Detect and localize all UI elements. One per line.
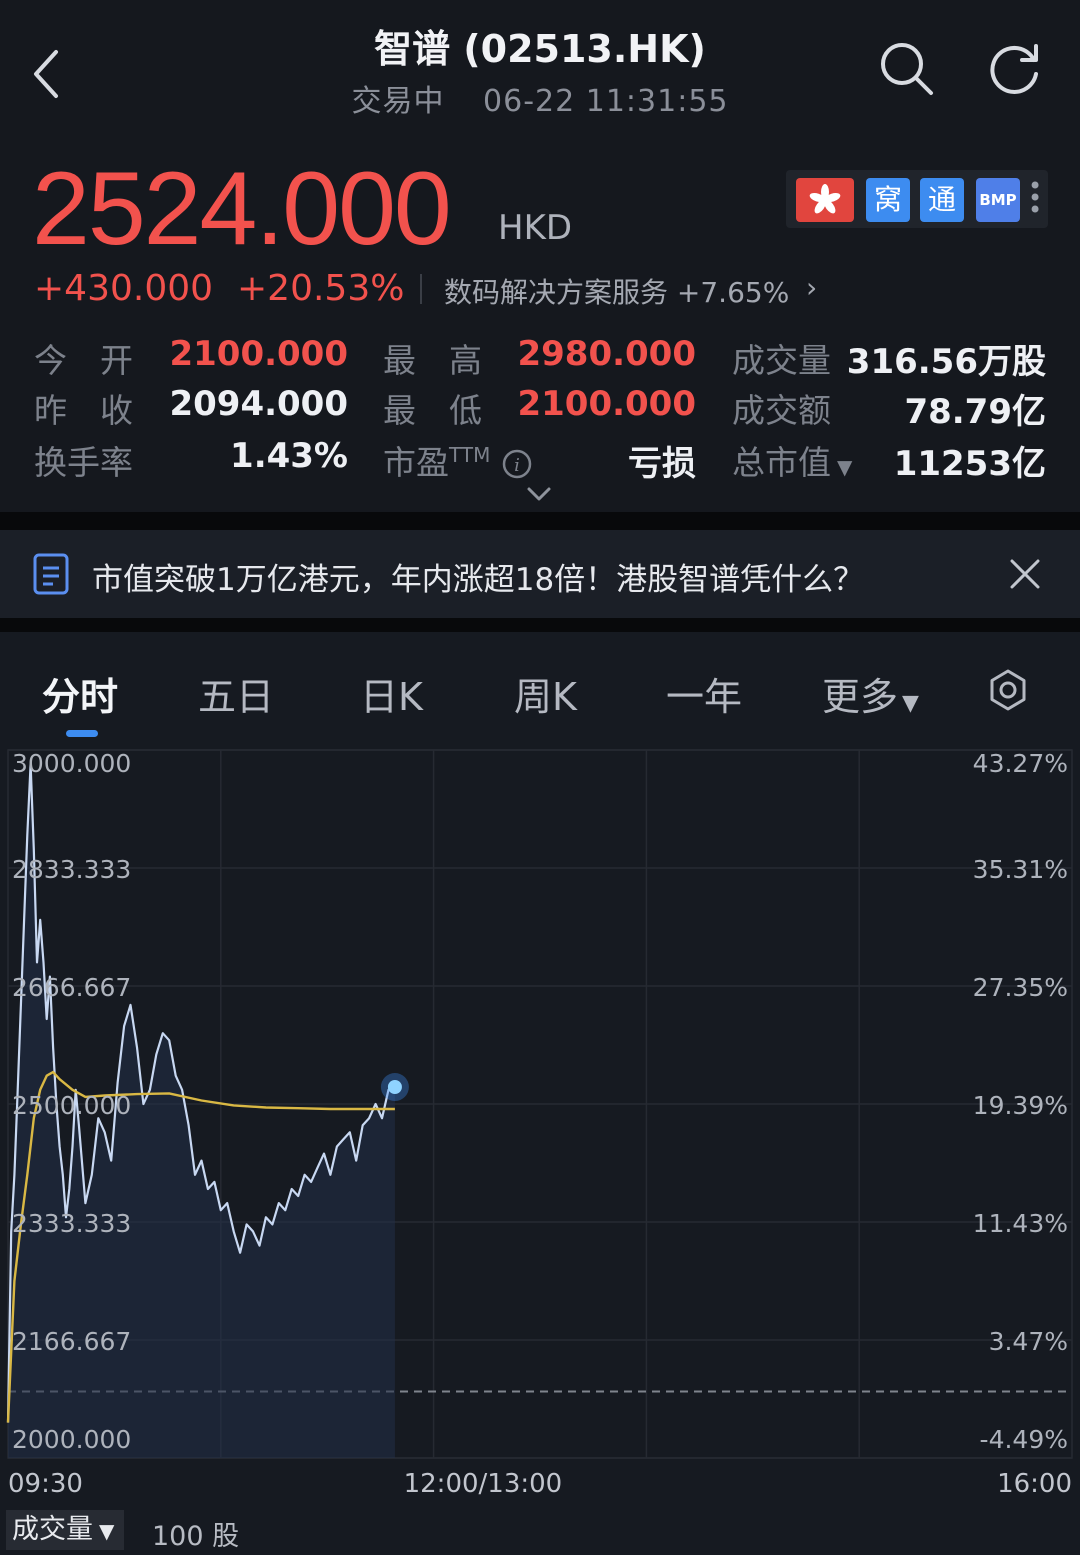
stat-label-pe: 市盈TTM i bbox=[383, 436, 533, 484]
wo-badge[interactable]: 窝 bbox=[866, 178, 910, 222]
caret-down-icon: ▼ bbox=[99, 1519, 115, 1543]
volume-bar: 成交量 ▼ 100 股 bbox=[0, 1510, 1080, 1555]
bmp-badge[interactable]: BMP bbox=[976, 178, 1020, 222]
stat-value-prev-close: 2094.000 bbox=[169, 384, 348, 424]
x-tick-label: 09:30 bbox=[8, 1469, 83, 1499]
stat-value-market-cap: 11253亿 bbox=[893, 444, 1046, 484]
news-banner[interactable]: 市值突破1万亿港元，年内涨超18倍！港股智谱凭什么？ bbox=[0, 530, 1080, 618]
stat-label-high: 最 高 bbox=[383, 341, 482, 380]
divider bbox=[420, 274, 422, 304]
y2-tick-label: -4.49% bbox=[980, 1425, 1068, 1454]
market-cap-label: 总市值 bbox=[732, 443, 831, 482]
caret-down-icon: ▼ bbox=[902, 691, 919, 716]
close-icon[interactable] bbox=[1008, 557, 1042, 591]
tab-more-label: 更多 bbox=[822, 675, 899, 719]
y-tick-label: 2833.333 bbox=[12, 855, 131, 884]
ttm-label: TTM bbox=[449, 443, 491, 467]
y-tick-label: 2333.333 bbox=[12, 1209, 131, 1238]
y2-tick-label: 43.27% bbox=[973, 749, 1068, 778]
header-bar: 智谱 (02513.HK) 交易中 06-22 11:31:55 bbox=[0, 0, 1080, 128]
search-icon[interactable] bbox=[876, 38, 936, 98]
price-change: +430.000 bbox=[34, 268, 214, 309]
info-icon[interactable]: i bbox=[501, 448, 533, 480]
tab-five-day[interactable]: 五日 bbox=[198, 666, 274, 721]
y-tick-label: 2666.667 bbox=[12, 973, 131, 1002]
x-tick-label: 12:00/13:00 bbox=[404, 1469, 563, 1499]
volume-selector[interactable]: 成交量 ▼ bbox=[6, 1510, 124, 1550]
tab-weekly-k[interactable]: 周K bbox=[514, 666, 577, 721]
pe-label: 市盈 bbox=[383, 443, 449, 482]
stat-value-open: 2100.000 bbox=[169, 334, 348, 374]
intraday-chart[interactable]: 3000.000 43.27% 2833.333 35.31% 2666.667 27.3… bbox=[0, 744, 1080, 1510]
y-tick-label: 2000.000 bbox=[12, 1425, 131, 1454]
y-tick-label: 2166.667 bbox=[12, 1327, 131, 1356]
document-icon bbox=[33, 553, 69, 595]
news-headline[interactable]: 市值突破1万亿港元，年内涨超18倍！港股智谱凭什么？ bbox=[92, 554, 864, 599]
stat-label-turnover: 成交额 bbox=[732, 391, 831, 430]
sector-link[interactable]: 数码解决方案服务 +7.65% bbox=[444, 271, 789, 311]
x-tick-label: 16:00 bbox=[997, 1469, 1072, 1499]
stat-value-pe: 亏损 bbox=[628, 444, 696, 484]
section-divider bbox=[0, 618, 1080, 632]
hk-flag-icon[interactable] bbox=[796, 178, 854, 222]
chart-panel: 分时 五日 日K 周K 一年 更多 ▼ 3000.000 43.27% 2833.33… bbox=[0, 632, 1080, 1555]
more-dots-icon[interactable]: • • • bbox=[1028, 174, 1042, 222]
tab-intraday[interactable]: 分时 bbox=[42, 666, 118, 721]
active-tab-indicator bbox=[66, 730, 98, 737]
stat-value-high: 2980.000 bbox=[517, 334, 696, 374]
stat-label-prev-close: 昨 收 bbox=[34, 391, 133, 430]
last-price: 2524.000 bbox=[32, 151, 452, 267]
y2-tick-label: 35.31% bbox=[973, 855, 1068, 884]
stat-label-market-cap[interactable]: 总市值 ▼ bbox=[732, 436, 852, 484]
y-tick-label: 2500.000 bbox=[12, 1091, 131, 1120]
stat-value-turnover-rate: 1.43% bbox=[230, 436, 348, 476]
market-badges: 窝 通 BMP • • • bbox=[786, 170, 1048, 228]
volume-selector-label: 成交量 bbox=[12, 1514, 93, 1545]
volume-value: 100 股 bbox=[152, 1521, 240, 1552]
y2-tick-label: 19.39% bbox=[973, 1091, 1068, 1120]
y-tick-label: 3000.000 bbox=[12, 749, 131, 778]
section-divider bbox=[0, 512, 1080, 530]
quote-datetime: 06-22 11:31:55 bbox=[483, 84, 729, 119]
y2-tick-label: 11.43% bbox=[973, 1209, 1068, 1238]
y2-tick-label: 3.47% bbox=[989, 1327, 1068, 1356]
chevron-down-icon[interactable] bbox=[524, 484, 554, 504]
tab-more[interactable]: 更多 ▼ bbox=[822, 666, 919, 721]
stat-value-low: 2100.000 bbox=[517, 384, 696, 424]
stat-label-open: 今 开 bbox=[34, 341, 133, 380]
refresh-icon[interactable] bbox=[986, 38, 1046, 98]
stat-label-turnover-rate: 换手率 bbox=[34, 443, 133, 482]
chevron-right-icon[interactable]: › bbox=[806, 271, 817, 304]
stat-label-low: 最 低 bbox=[383, 391, 482, 430]
svg-text:i: i bbox=[514, 455, 520, 476]
tong-badge[interactable]: 通 bbox=[920, 178, 964, 222]
market-status: 交易中 bbox=[351, 84, 445, 119]
stat-label-volume: 成交量 bbox=[732, 341, 831, 380]
currency-label: HKD bbox=[498, 208, 573, 248]
settings-icon[interactable] bbox=[986, 668, 1030, 712]
stat-value-turnover: 78.79亿 bbox=[904, 392, 1046, 432]
stat-value-volume: 316.56万股 bbox=[846, 342, 1046, 382]
y2-tick-label: 27.35% bbox=[973, 973, 1068, 1002]
quote-panel: 2524.000 HKD 窝 通 BMP • • • +430.000 +20.53… bbox=[0, 128, 1080, 512]
last-price-dot bbox=[387, 1080, 402, 1095]
tab-one-year[interactable]: 一年 bbox=[666, 666, 742, 721]
tab-daily-k[interactable]: 日K bbox=[360, 666, 423, 721]
price-change-percent: +20.53% bbox=[237, 268, 405, 309]
